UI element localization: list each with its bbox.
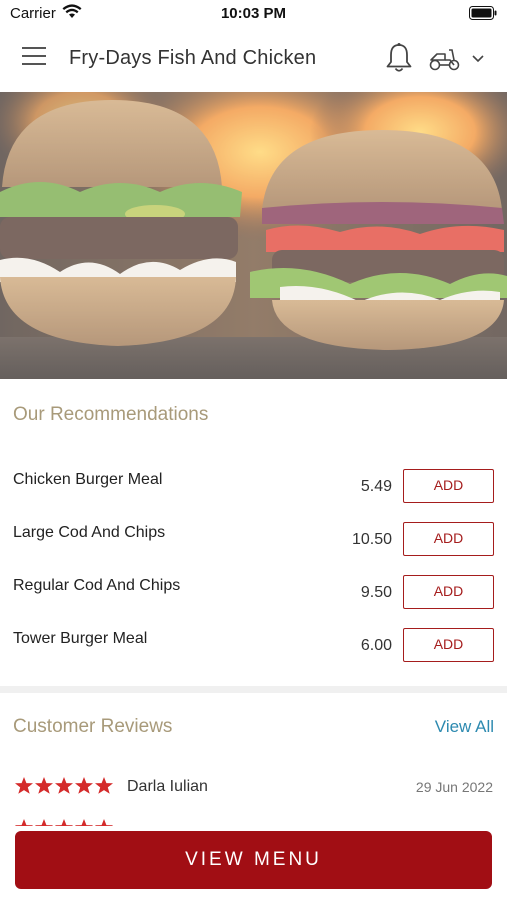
menu-item-name: Large Cod And Chips	[13, 524, 166, 541]
star-rating	[14, 776, 114, 796]
menu-item-price: 5.49	[360, 478, 392, 495]
menu-item-name: Chicken Burger Meal	[13, 471, 163, 488]
menu-item-row: Tower Burger Meal 6.00 ADD	[0, 628, 507, 668]
review-date: 29 Jun 2022	[415, 779, 493, 795]
hero-burger-image	[0, 92, 507, 379]
menu-item-name: Tower Burger Meal	[13, 630, 148, 647]
view-menu-button[interactable]: VIEW MENU	[15, 831, 492, 889]
menu-icon[interactable]	[22, 47, 48, 69]
status-bar: Carrier 10:03 PM	[0, 0, 507, 26]
recommendations-title: Our Recommendations	[13, 404, 209, 425]
add-button[interactable]: ADD	[403, 575, 494, 609]
menu-item-row: Large Cod And Chips 10.50 ADD	[0, 522, 507, 562]
app-header: Fry-Days Fish And Chicken	[0, 26, 507, 92]
view-all-reviews-link[interactable]: View All	[435, 717, 494, 737]
menu-item-price: 6.00	[360, 637, 392, 654]
section-divider	[0, 686, 507, 693]
menu-item-price: 10.50	[351, 531, 392, 548]
battery-icon	[469, 6, 497, 25]
menu-item-price: 9.50	[360, 584, 392, 601]
reviews-title: Customer Reviews	[13, 716, 173, 737]
star-rating	[14, 818, 114, 826]
clock: 10:03 PM	[220, 5, 287, 22]
reviewer-name: Darla Iulian	[127, 778, 208, 795]
bell-icon[interactable]	[384, 42, 414, 74]
menu-item-row: Regular Cod And Chips 9.50 ADD	[0, 575, 507, 615]
add-button[interactable]: ADD	[403, 628, 494, 662]
menu-item-name: Regular Cod And Chips	[13, 577, 181, 594]
scooter-icon[interactable]	[428, 46, 462, 72]
menu-item-row: Chicken Burger Meal 5.49 ADD	[0, 469, 507, 509]
review-item: Darla Iulian 29 Jun 2022	[0, 774, 507, 800]
chevron-down-icon[interactable]	[470, 52, 486, 66]
add-button[interactable]: ADD	[403, 522, 494, 556]
add-button[interactable]: ADD	[403, 469, 494, 503]
restaurant-name: Fry-Days Fish And Chicken	[69, 47, 317, 69]
